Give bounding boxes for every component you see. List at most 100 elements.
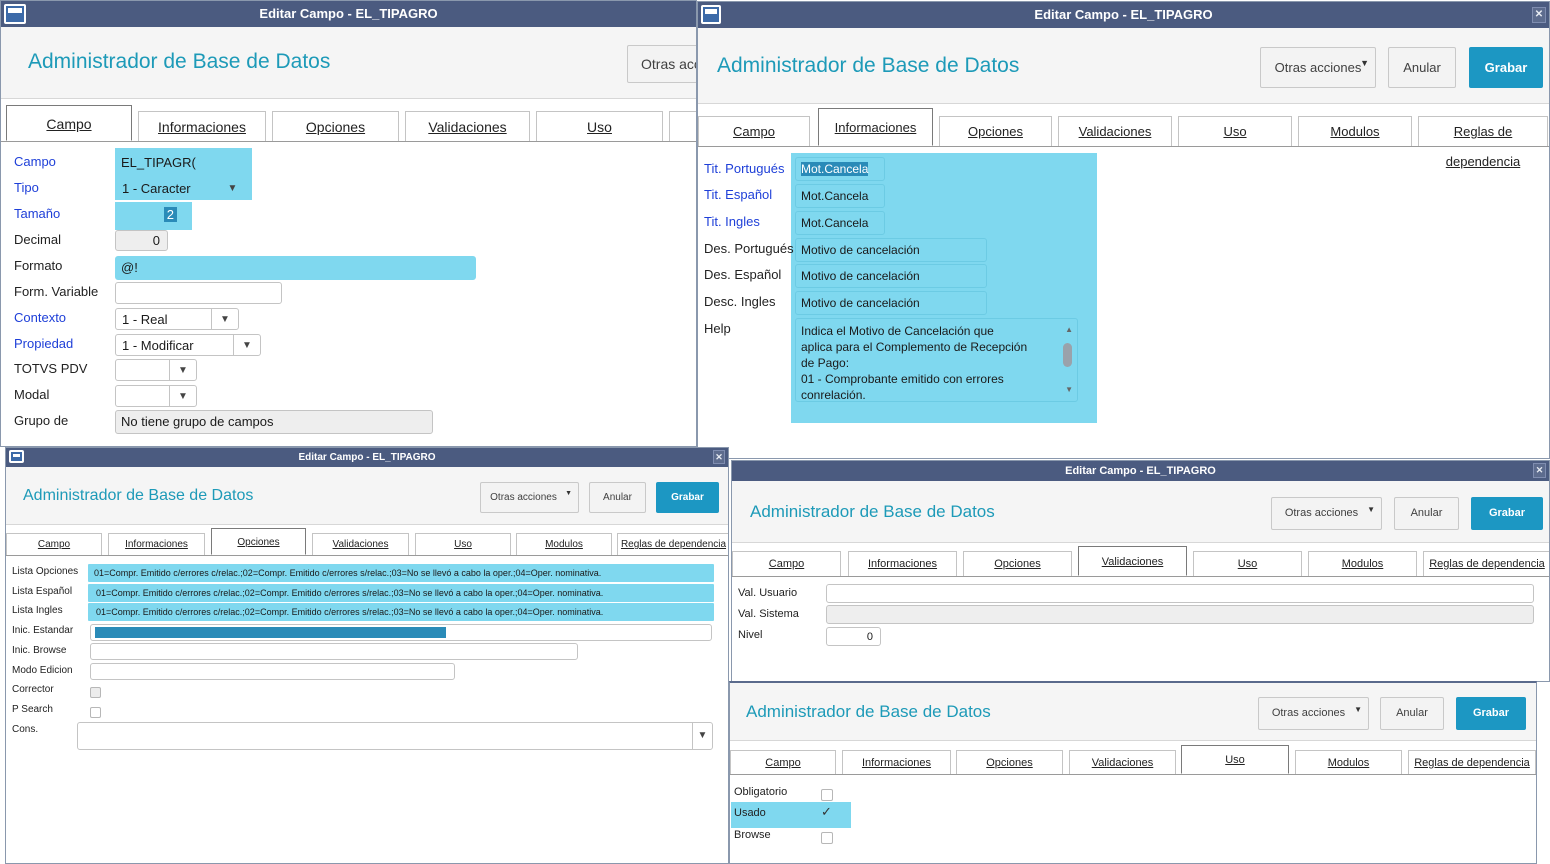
tab-opciones[interactable]: Opciones bbox=[963, 551, 1072, 576]
cons-select[interactable]: ▼ bbox=[77, 722, 713, 750]
nivel-input[interactable]: 0 bbox=[826, 627, 881, 646]
tab-modulos[interactable]: Modulos bbox=[1308, 551, 1417, 576]
tit-en-input[interactable]: Mot.Cancela bbox=[795, 211, 885, 235]
totvs-pdv-select[interactable]: ▼ bbox=[115, 359, 197, 381]
close-icon[interactable]: ✕ bbox=[1532, 7, 1546, 23]
tab-validaciones[interactable]: Validaciones bbox=[1078, 546, 1187, 576]
cancel-button[interactable]: Anular bbox=[1388, 47, 1456, 88]
scrollbar-thumb[interactable] bbox=[1063, 343, 1072, 367]
scroll-down-icon[interactable]: ▼ bbox=[1065, 382, 1073, 398]
tab-validaciones[interactable]: Validaciones bbox=[1058, 116, 1172, 146]
help-textarea[interactable]: Indica el Motivo de Cancelación que apli… bbox=[795, 318, 1078, 402]
inic-browse-input[interactable] bbox=[90, 643, 578, 660]
des-pt-input[interactable]: Motivo de cancelación bbox=[795, 238, 987, 262]
inic-estandar-input[interactable] bbox=[90, 624, 712, 641]
des-es-input[interactable]: Motivo de cancelación bbox=[795, 264, 987, 288]
tab-uso[interactable]: Uso bbox=[1193, 551, 1302, 576]
tipo-select[interactable]: 1 - Caracter ▼ bbox=[115, 178, 244, 199]
decimal-input[interactable]: 0 bbox=[115, 230, 168, 251]
tab-campo[interactable]: Campo bbox=[6, 533, 102, 555]
tab-informaciones[interactable]: Informaciones bbox=[138, 111, 266, 141]
form-variable-input[interactable] bbox=[115, 282, 282, 304]
chevron-down-icon[interactable]: ▼ bbox=[169, 386, 196, 406]
corrector-checkbox[interactable] bbox=[90, 687, 101, 698]
lista-espanol-input[interactable]: 01=Compr. Emitido c/errores c/relac.;02=… bbox=[88, 584, 714, 602]
tab-validaciones[interactable]: Validaciones bbox=[405, 111, 530, 141]
browse-checkbox[interactable] bbox=[821, 832, 833, 844]
cancel-button[interactable]: Anular bbox=[589, 482, 646, 513]
modal-select[interactable]: ▼ bbox=[115, 385, 197, 407]
tab-informaciones[interactable]: Informaciones bbox=[848, 551, 957, 576]
chevron-down-icon[interactable]: ▼ bbox=[211, 309, 238, 329]
title-bar[interactable]: Editar Campo - EL_TIPAGRO bbox=[1, 1, 696, 27]
chevron-down-icon[interactable]: ▼ bbox=[221, 179, 243, 198]
tab-opciones[interactable]: Opciones bbox=[272, 111, 399, 141]
tab-opciones[interactable]: Opciones bbox=[211, 528, 306, 555]
close-icon[interactable]: ✕ bbox=[713, 450, 725, 464]
other-actions-button[interactable]: Otras acc bbox=[627, 45, 696, 83]
scroll-up-icon[interactable]: ▲ bbox=[1065, 322, 1073, 338]
tab-campo[interactable]: Campo bbox=[730, 750, 836, 774]
save-button[interactable]: Grabar bbox=[1469, 47, 1543, 88]
tab-reglas[interactable]: Reglas de dependencia bbox=[1418, 116, 1548, 169]
close-icon[interactable]: ✕ bbox=[1533, 463, 1546, 478]
contexto-select[interactable]: 1 - Real ▼ bbox=[115, 308, 239, 330]
lista-opciones-input[interactable]: 01=Compr. Emitido c/errores c/relac.;02=… bbox=[88, 564, 714, 582]
other-actions-button[interactable]: Otras acciones ▼ bbox=[1271, 497, 1382, 530]
tab-reglas[interactable]: Reglas de dependencia bbox=[1408, 750, 1536, 774]
other-actions-label: Otras acciones bbox=[1271, 707, 1346, 719]
tab-uso[interactable]: Uso bbox=[415, 533, 511, 555]
tamano-input[interactable]: 2 bbox=[115, 204, 185, 225]
header: Administrador de Base de Datos Otras acc bbox=[1, 27, 696, 99]
save-button[interactable]: Grabar bbox=[1471, 497, 1543, 530]
tab-validaciones[interactable]: Validaciones bbox=[312, 533, 409, 555]
label-modal: Modal bbox=[14, 387, 50, 402]
val-usuario-input[interactable] bbox=[826, 584, 1534, 603]
chevron-down-icon[interactable]: ▼ bbox=[692, 723, 712, 749]
tab-reglas[interactable]: Reglas de dependencia bbox=[1423, 551, 1549, 576]
chevron-down-icon[interactable]: ▼ bbox=[233, 335, 260, 355]
tab-campo[interactable]: Campo bbox=[732, 551, 841, 576]
modo-edicion-input[interactable] bbox=[90, 663, 455, 680]
tab-informaciones[interactable]: Informaciones bbox=[842, 750, 951, 774]
tab-validaciones[interactable]: Validaciones bbox=[1069, 750, 1176, 774]
tab-opciones[interactable]: Opciones bbox=[939, 116, 1052, 146]
tab-reglas[interactable]: Reglas de dependencia bbox=[617, 533, 728, 555]
formato-input[interactable]: @! bbox=[115, 256, 476, 280]
tab-opciones[interactable]: Opciones bbox=[956, 750, 1063, 774]
tab-divider bbox=[698, 146, 1549, 147]
des-en-input[interactable]: Motivo de cancelación bbox=[795, 291, 987, 315]
tab-modulos[interactable]: Modulos bbox=[516, 533, 612, 555]
usado-checkbox[interactable]: ✓ bbox=[821, 804, 833, 819]
tab-uso[interactable]: Uso bbox=[536, 111, 663, 141]
tab-uso[interactable]: Uso bbox=[1181, 745, 1289, 774]
title-bar[interactable]: Editar Campo - EL_TIPAGRO ✕ bbox=[732, 461, 1549, 481]
title-bar[interactable]: Editar Campo - EL_TIPAGRO ✕ bbox=[698, 2, 1549, 28]
tab-campo[interactable]: Campo bbox=[698, 116, 810, 146]
tit-pt-input[interactable]: Mot.Cancela bbox=[795, 157, 885, 181]
tab-modulos[interactable]: Modulos bbox=[1298, 116, 1412, 146]
tab-informaciones[interactable]: Informaciones bbox=[818, 108, 933, 146]
propiedad-select[interactable]: 1 - Modificar ▼ bbox=[115, 334, 261, 356]
tit-es-input[interactable]: Mot.Cancela bbox=[795, 184, 885, 208]
other-actions-button[interactable]: Otras acciones ▼ bbox=[1258, 697, 1369, 730]
cancel-button[interactable]: Anular bbox=[1394, 497, 1459, 530]
cancel-button[interactable]: Anular bbox=[1380, 697, 1444, 730]
tab-modulos[interactable]: Modulos bbox=[1295, 750, 1402, 774]
tab-uso[interactable]: Uso bbox=[1178, 116, 1292, 146]
other-actions-button[interactable]: Otras acciones ▼ bbox=[480, 482, 579, 513]
save-button[interactable]: Grabar bbox=[656, 482, 719, 513]
save-button[interactable]: Grabar bbox=[1456, 697, 1526, 730]
chevron-down-icon[interactable]: ▼ bbox=[169, 360, 196, 380]
grupo-input[interactable]: No tiene grupo de campos bbox=[115, 410, 433, 434]
val-sistema-input[interactable] bbox=[826, 605, 1534, 624]
tab-campo[interactable]: Campo bbox=[6, 105, 132, 141]
title-bar[interactable]: Editar Campo - EL_TIPAGRO ✕ bbox=[6, 448, 728, 467]
obligatorio-checkbox[interactable] bbox=[821, 789, 833, 801]
tab-modulos[interactable] bbox=[669, 111, 696, 141]
p-search-checkbox[interactable] bbox=[90, 707, 101, 718]
other-actions-button[interactable]: Otras acciones ▼ bbox=[1260, 47, 1376, 88]
lista-ingles-input[interactable]: 01=Compr. Emitido c/errores c/relac.;02=… bbox=[88, 603, 714, 621]
tab-informaciones[interactable]: Informaciones bbox=[108, 533, 205, 555]
campo-input[interactable]: EL_TIPAGR( bbox=[115, 152, 199, 173]
